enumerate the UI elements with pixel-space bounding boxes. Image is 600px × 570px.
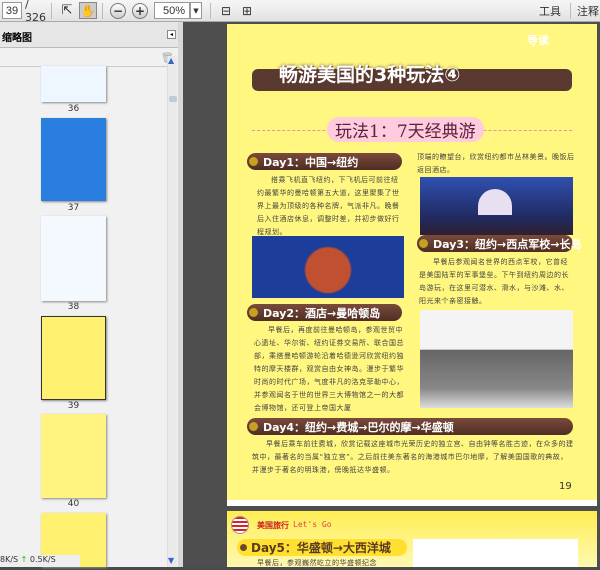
page-title: 畅游美国的3种玩法④: [279, 64, 461, 86]
unisphere-photo: [252, 236, 404, 298]
thumbnail-36[interactable]: [41, 66, 106, 102]
divider: [570, 3, 571, 19]
thumbnail-label: 37: [67, 203, 80, 213]
fit-width-icon[interactable]: ⊟: [218, 2, 234, 19]
tools-button[interactable]: 工具: [538, 2, 562, 19]
section-subtitle: 玩法1：7天经典游: [327, 117, 484, 142]
thumbnail-label: 39: [67, 401, 80, 411]
comment-button[interactable]: 注释: [577, 2, 600, 19]
download-speed: 8K/S: [0, 555, 19, 564]
thumbnail-38[interactable]: [41, 216, 106, 301]
page-number: 19: [559, 481, 572, 492]
day4-heading: Day4：纽约→费城→巴尔的摩→华盛顿: [247, 418, 573, 435]
day4-text: 早餐后乘车前往费城，欣赏记载这座城市光荣历史的独立宫、自由钟等名胜古迹，在众多的…: [252, 440, 574, 474]
day5-heading: Day5：华盛顿→大西洋城: [237, 539, 407, 556]
panel-header: 缩略图 ◂: [0, 22, 178, 48]
minus-icon: −: [110, 2, 126, 19]
thumbnail-label: 36: [67, 104, 80, 114]
thumbnail-label: 40: [67, 499, 80, 509]
hand-tool-icon[interactable]: ✋: [79, 2, 97, 19]
upload-arrow-icon: ↑: [20, 555, 28, 564]
plus-icon: +: [132, 2, 148, 19]
day5-text: 早餐后，参观巍然屹立的华盛顿纪念: [257, 559, 377, 567]
toolbar: / 326 ⇱ ✋ − + ▼ ⊟ ⊞ 工具 注释: [0, 0, 600, 24]
scroll-up-icon[interactable]: ▲: [168, 56, 174, 65]
thumbnail-40[interactable]: [41, 414, 106, 498]
select-tool-icon[interactable]: ⇱: [58, 2, 76, 19]
thumbnail-39[interactable]: [41, 316, 106, 400]
day1-heading: Day1：中国→纽约: [247, 153, 402, 170]
us-flag-icon: [231, 516, 249, 534]
day2-continued-text: 顶端的瞭望台，欣赏纽约都市丛林美景。晚饭后返回酒店。: [417, 153, 575, 174]
zoom-in-button[interactable]: +: [131, 2, 149, 19]
divider: [210, 3, 211, 19]
fit-page-icon[interactable]: ⊞: [239, 2, 255, 19]
series-label: 美国旅行: [257, 521, 289, 530]
capitol-photo: [420, 177, 573, 235]
zoom-out-button[interactable]: −: [109, 2, 127, 19]
upload-speed: 0.5K/S: [29, 555, 56, 564]
bullet-icon: [240, 544, 247, 551]
zoom-input[interactable]: [154, 2, 190, 19]
scroll-thumb[interactable]: [169, 96, 177, 102]
sidebar-scrollbar[interactable]: ▲ ▼: [167, 56, 177, 567]
day2-text: 早餐后，再度前往曼哈顿岛，参观世贸中心遗址、华尔街、纽约证券交易所、联合国总部，…: [254, 326, 404, 412]
scroll-down-icon[interactable]: ▼: [168, 556, 174, 565]
thumbnail-37[interactable]: [41, 118, 106, 201]
photo-placeholder: [413, 539, 578, 567]
pdf-page: 美国旅行 Let's Go Day5：华盛顿→大西洋城 早餐后，参观巍然屹立的华…: [227, 511, 597, 567]
day2-heading: Day2：酒店→曼哈顿岛: [247, 304, 402, 321]
day5-title: Day5：华盛顿→大西洋城: [251, 541, 391, 555]
day3-text: 早餐后参观闻名世界的西点军校，它曾经是美国陆军的军事堡垒。下午到纽约周边的长岛游…: [419, 258, 569, 305]
series-tagline: Let's Go: [293, 520, 332, 529]
divider: [51, 3, 52, 19]
day1-text: 搭乘飞机直飞纽约，下飞机后可前往纽约最繁华的曼哈顿第五大道，这里聚集了世界上最为…: [257, 176, 400, 236]
thumbnail-panel: 缩略图 ◂ 🗑 36 37 38 39 40 ▲ ▼ 8K/S ↑ 0.5K/S: [0, 22, 178, 567]
zoom-dropdown[interactable]: ▼: [190, 2, 202, 19]
page-number-input[interactable]: [2, 2, 22, 19]
divider: [102, 3, 103, 19]
page-total: / 326: [25, 0, 46, 24]
network-status: 8K/S ↑ 0.5K/S: [0, 555, 80, 567]
close-panel-icon[interactable]: ◂: [167, 30, 176, 39]
day3-heading: Day3：纽约→西点军校→长岛: [417, 235, 581, 252]
pdf-page: 导读 畅游美国的3种玩法④ 玩法1：7天经典游 Day1：中国→纽约 搭乘飞机直…: [227, 24, 597, 506]
thumbnail-label: 38: [67, 302, 80, 312]
corner-label: 导读: [527, 34, 549, 47]
panel-title: 缩略图: [2, 33, 32, 44]
west-point-photo: [420, 310, 573, 408]
